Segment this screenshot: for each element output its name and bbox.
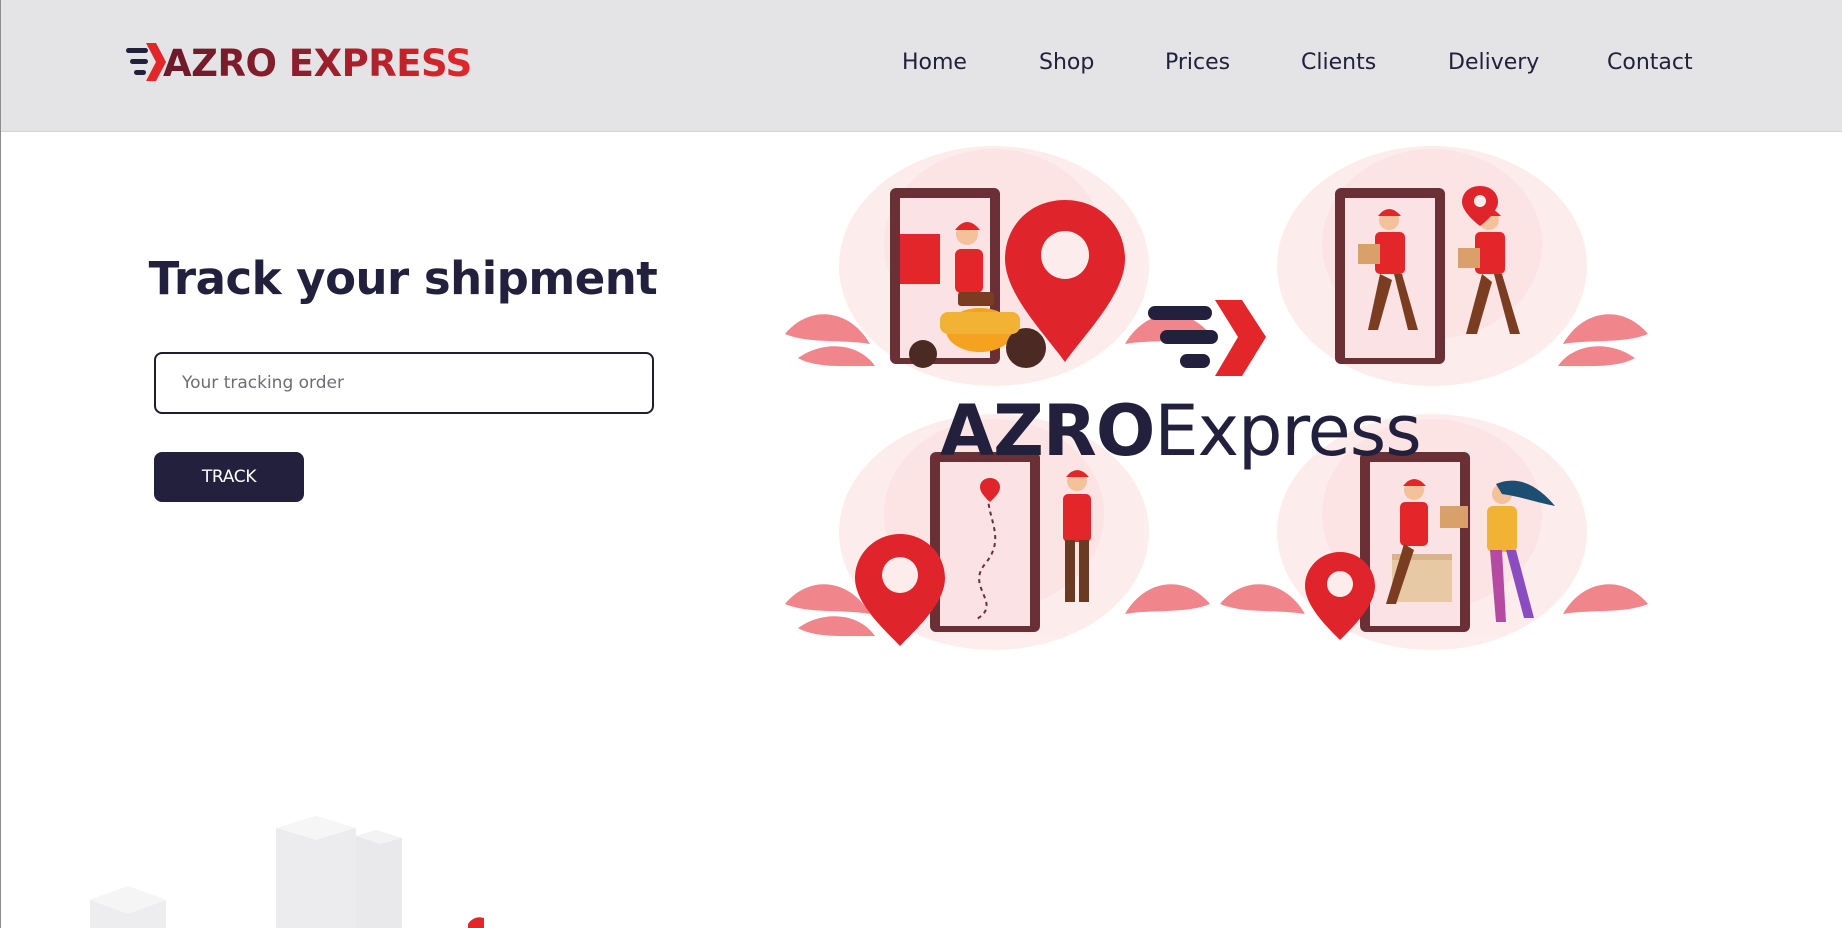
nav-contact[interactable]: Contact <box>1607 50 1693 75</box>
boxes-icon <box>90 816 484 928</box>
window-edge <box>0 0 1 928</box>
nav-home[interactable]: Home <box>902 50 967 75</box>
main-nav: Home Shop Prices Clients Delivery Contac… <box>0 50 1842 80</box>
nav-shop[interactable]: Shop <box>1039 50 1094 75</box>
tracking-input[interactable] <box>154 352 654 414</box>
page-title: Track your shipment <box>148 252 658 305</box>
hero-wordmark-light: Express <box>1154 390 1421 472</box>
hero-wordmark-bold: AZRO <box>940 390 1155 472</box>
hero-illustration: AZROExpress <box>780 134 1656 654</box>
nav-prices[interactable]: Prices <box>1165 50 1230 75</box>
track-button[interactable]: TRACK <box>154 452 304 502</box>
navbar: AZRO EXPRESS Home Shop Prices Clients De… <box>0 0 1842 132</box>
nav-delivery[interactable]: Delivery <box>1448 50 1539 75</box>
boxes-decoration <box>60 800 520 928</box>
hero-wordmark: AZROExpress <box>940 396 1422 466</box>
center-logo-icon <box>1148 300 1266 376</box>
nav-clients[interactable]: Clients <box>1301 50 1376 75</box>
